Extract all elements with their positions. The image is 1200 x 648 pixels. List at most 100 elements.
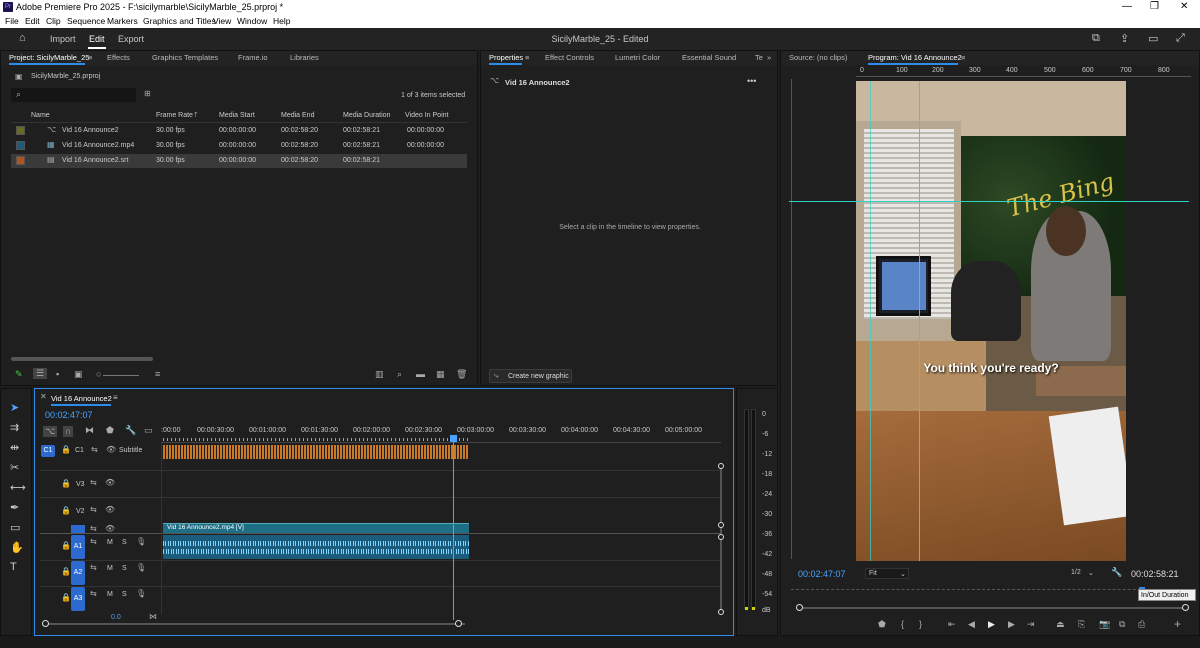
quick-export-icon[interactable]: ▭ xyxy=(1148,32,1158,45)
menu-icon[interactable]: ≡ xyxy=(88,53,92,62)
eye-icon[interactable]: 👁 xyxy=(105,525,115,533)
track-label-v2[interactable]: V2 xyxy=(76,508,85,515)
pencil-icon[interactable]: ✎ xyxy=(15,370,23,379)
subtitle-clip[interactable] xyxy=(163,445,469,459)
microphone-icon[interactable]: 🎙 xyxy=(136,538,146,546)
export-frame-icon[interactable]: 📷 xyxy=(1099,620,1110,629)
track-target-a2[interactable]: A2 xyxy=(71,561,85,585)
microphone-icon[interactable]: 🎙 xyxy=(136,590,146,598)
menu-icon[interactable]: ≡ xyxy=(961,53,965,62)
linked-selection-icon[interactable]: ⧓ xyxy=(85,426,94,435)
caption-overlay[interactable]: You think you're ready? xyxy=(856,361,1126,375)
mute-button[interactable]: M xyxy=(107,565,113,572)
menu-icon[interactable]: ≡ xyxy=(113,393,118,402)
lock-icon[interactable]: 🔒 xyxy=(61,594,71,602)
time-ruler[interactable]: :00:00 00:00:30:00 00:01:00:00 00:01:30:… xyxy=(161,425,721,443)
sync-lock-icon[interactable]: ⇆ xyxy=(90,479,97,487)
track-target-c1[interactable]: C1 xyxy=(41,445,55,457)
extract-icon[interactable]: ⎘ xyxy=(1078,620,1085,629)
icon-view-icon[interactable]: ▪ xyxy=(56,370,59,379)
proxy-toggle-icon[interactable]: ⎙ xyxy=(1138,620,1145,629)
microphone-icon[interactable]: 🎙 xyxy=(136,564,146,572)
tab-effect-controls[interactable]: Effect Controls xyxy=(545,53,594,62)
zoom-slider[interactable] xyxy=(103,375,139,376)
fullscreen-icon[interactable]: ⤢ xyxy=(1176,32,1185,45)
track-label-v3[interactable]: V3 xyxy=(76,481,85,488)
zoom-handle-right[interactable] xyxy=(455,620,462,627)
timeline-zoom-scrollbar[interactable] xyxy=(42,620,465,627)
col-media-end[interactable]: Media End xyxy=(281,112,314,119)
vertical-guide[interactable] xyxy=(919,81,920,561)
menu-file[interactable]: File xyxy=(5,16,19,26)
table-row[interactable]: ⌥ Vid 16 Announce2 30.00 fps 00:00:00:00… xyxy=(11,124,467,138)
mute-button[interactable]: M xyxy=(107,539,113,546)
scroll-handle-right[interactable] xyxy=(1182,604,1189,611)
scroll-handle[interactable] xyxy=(718,609,724,615)
scroll-handle[interactable] xyxy=(718,463,724,469)
freeform-view-icon[interactable]: ▣ xyxy=(74,370,83,379)
more-options-icon[interactable]: ••• xyxy=(747,76,756,86)
row-video-in[interactable]: 00:00:00:00 xyxy=(407,142,444,149)
step-forward-icon[interactable]: ▶ xyxy=(1008,620,1015,629)
list-view-icon[interactable]: ☰ xyxy=(33,368,48,379)
go-to-out-icon[interactable]: ⇥ xyxy=(1027,620,1035,629)
col-media-duration[interactable]: Media Duration xyxy=(343,112,390,119)
zoom-scrollbar[interactable] xyxy=(796,604,1189,611)
eye-icon[interactable]: 👁 xyxy=(106,446,116,454)
trash-icon[interactable]: 🗑 xyxy=(456,370,467,379)
share-icon[interactable]: ⇪ xyxy=(1120,32,1129,45)
duration-timecode[interactable]: 00:02:58:21 xyxy=(1131,569,1179,579)
timeline-settings-icon[interactable]: 🔧 xyxy=(125,426,136,435)
menu-view[interactable]: View xyxy=(213,16,231,26)
maximize-button[interactable]: ❐ xyxy=(1150,1,1159,12)
hand-tool-icon[interactable]: ✋ xyxy=(10,541,24,554)
menu-markers[interactable]: Markers xyxy=(107,16,138,26)
lock-icon[interactable]: 🔒 xyxy=(61,446,71,454)
pen-tool-icon[interactable]: ✒ xyxy=(10,501,19,514)
track-target-a3[interactable]: A3 xyxy=(71,587,85,611)
add-marker-icon[interactable]: ⬟ xyxy=(106,426,114,435)
sync-lock-icon[interactable]: ⇆ xyxy=(90,506,97,514)
track-target-v1[interactable] xyxy=(71,525,85,533)
label-color-swatch[interactable] xyxy=(16,141,25,150)
rectangle-tool-icon[interactable]: ▭ xyxy=(10,521,20,534)
new-bin-bottom-icon[interactable]: ▬ xyxy=(416,370,425,379)
solo-button[interactable]: S xyxy=(122,591,127,598)
tab-source[interactable]: Source: (no clips) xyxy=(789,53,847,62)
master-track-value[interactable]: 0.0 xyxy=(111,614,121,621)
play-icon[interactable]: ▶ xyxy=(988,620,995,629)
captions-icon[interactable]: ▭ xyxy=(144,426,153,435)
comparison-view-icon[interactable]: ⧉ xyxy=(1119,620,1125,629)
step-back-icon[interactable]: ◀ xyxy=(968,620,975,629)
row-video-in[interactable]: 00:00:00:00 xyxy=(407,127,444,134)
lock-icon[interactable]: 🔒 xyxy=(61,507,71,515)
program-video-frame[interactable]: The Bing You think you're ready? xyxy=(856,81,1126,561)
nest-icon[interactable]: ⌥ xyxy=(43,426,58,437)
selection-tool-icon[interactable]: ➤ xyxy=(10,401,19,414)
mini-time-ruler[interactable] xyxy=(791,589,1191,590)
work-area-bar[interactable] xyxy=(163,438,468,441)
scroll-handle[interactable] xyxy=(718,534,724,540)
menu-clip[interactable]: Clip xyxy=(46,16,61,26)
zoom-slider-handle-icon[interactable]: ○ xyxy=(96,370,101,379)
lift-icon[interactable]: ⏏ xyxy=(1056,620,1065,629)
more-tabs-icon[interactable]: » xyxy=(767,53,771,62)
mark-in-icon[interactable]: { xyxy=(901,620,904,629)
label-color-swatch[interactable] xyxy=(16,156,25,165)
col-media-start[interactable]: Media Start xyxy=(219,112,255,119)
tab-libraries[interactable]: Libraries xyxy=(290,53,319,62)
menu-sequence[interactable]: Sequence xyxy=(67,16,105,26)
solo-button[interactable]: S xyxy=(122,539,127,546)
lock-icon[interactable]: 🔒 xyxy=(61,480,71,488)
search-input[interactable]: ⌕ xyxy=(11,88,136,102)
solo-button[interactable]: S xyxy=(122,565,127,572)
table-row-selected[interactable]: ▤ Vid 16 Announce2.srt 30.00 fps 00:00:0… xyxy=(11,154,467,168)
tab-frameio[interactable]: Frame.io xyxy=(238,53,268,62)
tab-properties[interactable]: Properties xyxy=(489,53,523,62)
sync-lock-icon[interactable]: ⇆ xyxy=(90,564,97,572)
tab-essential-sound[interactable]: Essential Sound xyxy=(682,53,736,62)
minimize-button[interactable]: — xyxy=(1122,1,1132,12)
table-row[interactable]: ▦ Vid 16 Announce2.mp4 30.00 fps 00:00:0… xyxy=(11,139,467,153)
sync-lock-icon[interactable]: ⇆ xyxy=(90,590,97,598)
create-new-graphic-button[interactable]: ⤷ Create new graphic xyxy=(489,369,572,383)
